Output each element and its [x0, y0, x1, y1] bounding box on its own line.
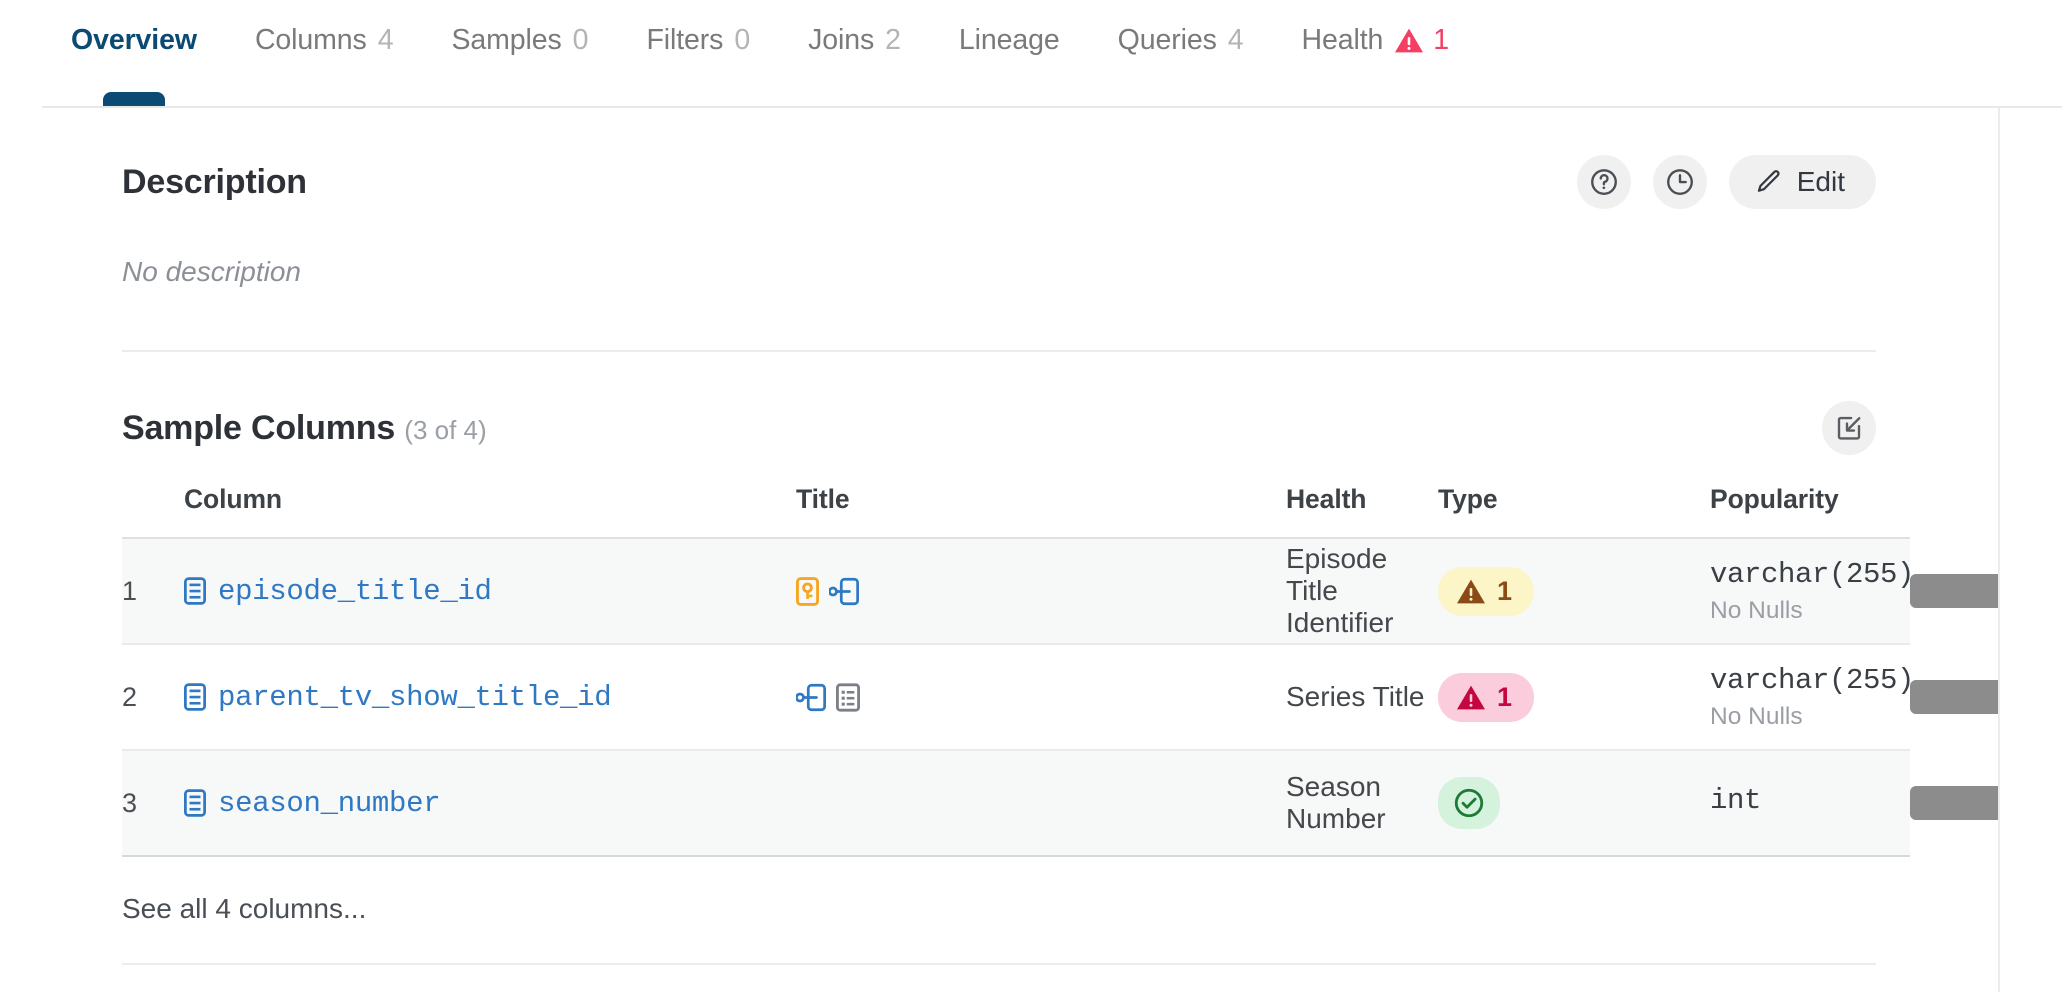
- popularity-bar: [1910, 680, 1998, 714]
- status-badge-count: 1: [1497, 575, 1513, 606]
- overview-panel: Description Edit No description Sample C…: [0, 108, 2000, 992]
- tab-bar: Overview Columns 4 Samples 0 Filters 0 J…: [0, 0, 2062, 108]
- tab-queries[interactable]: Queries 4: [1089, 0, 1273, 108]
- tab-columns-label: Columns: [254, 24, 367, 56]
- row-index: 1: [122, 575, 138, 606]
- tab-overview[interactable]: Overview: [42, 0, 226, 108]
- table-row[interactable]: 2 parent_tv_show_title_id Series Title 1…: [122, 644, 1998, 750]
- tab-health[interactable]: Health 1: [1273, 0, 1479, 108]
- col-header-index: [122, 484, 184, 538]
- foreign-key-icon: [796, 683, 826, 712]
- foreign-key-icon: [829, 577, 859, 606]
- tab-columns[interactable]: Columns 4: [226, 0, 423, 108]
- tab-samples[interactable]: Samples 0: [422, 0, 617, 108]
- table-header-row: Column Title Health Type Popularity: [122, 484, 1910, 538]
- row-index: 2: [122, 681, 138, 712]
- sample-columns-table: Column Title Health Type Popularity 1 ep…: [122, 484, 1998, 857]
- tab-queries-count: 4: [1227, 24, 1244, 56]
- column-title: Episode Title Identifier: [1286, 543, 1394, 638]
- description-icon: [836, 682, 860, 712]
- question-circle-icon: [1589, 167, 1619, 197]
- description-empty-text: No description: [122, 256, 301, 287]
- column-title: Series Title: [1286, 681, 1425, 712]
- description-section: Description Edit No description: [122, 108, 1876, 352]
- description-actions: Edit: [1576, 155, 1876, 209]
- column-type-note: No Nulls: [1710, 596, 1803, 624]
- status-badge-count: 1: [1497, 681, 1513, 712]
- column-name-link[interactable]: parent_tv_show_title_id: [218, 681, 612, 714]
- tab-health-label: Health: [1301, 24, 1384, 56]
- check-circle-icon: [1452, 786, 1486, 820]
- col-header-health: Health: [1286, 484, 1367, 514]
- table-row[interactable]: 1 episode_title_id Episode Title Identif…: [122, 538, 1998, 644]
- tab-samples-count: 0: [572, 24, 589, 56]
- help-button[interactable]: [1576, 155, 1631, 209]
- warning-triangle-icon: [1456, 578, 1486, 605]
- status-badge[interactable]: 1: [1438, 672, 1535, 722]
- description-heading: Description: [122, 162, 307, 201]
- row-index: 3: [122, 787, 138, 818]
- status-badge[interactable]: 1: [1438, 566, 1535, 616]
- col-header-popularity: Popularity: [1710, 484, 1839, 514]
- active-tab-indicator: [102, 92, 165, 108]
- clock-icon: [1665, 167, 1695, 197]
- col-header-type: Type: [1438, 484, 1498, 514]
- sample-columns-section: Sample Columns (3 of 4) Column Title Hea…: [122, 352, 1998, 965]
- primary-key-icon: [796, 576, 819, 606]
- tab-columns-count: 4: [377, 24, 394, 56]
- warning-triangle-icon: [1394, 27, 1424, 54]
- tab-joins-label: Joins: [808, 24, 875, 56]
- tab-overview-label: Overview: [71, 24, 197, 56]
- column-type: varchar(255): [1710, 663, 1915, 697]
- popularity-bar: [1910, 786, 1998, 820]
- tab-queries-label: Queries: [1117, 24, 1217, 56]
- edit-description-button[interactable]: Edit: [1728, 155, 1876, 209]
- open-in-panel-icon: [1834, 413, 1864, 443]
- tab-filters-count: 0: [734, 24, 751, 56]
- section-divider-bottom: [122, 963, 1876, 965]
- column-name-link[interactable]: season_number: [218, 787, 441, 820]
- column-icon: [184, 789, 206, 817]
- status-badge[interactable]: [1438, 777, 1500, 829]
- tab-lineage-label: Lineage: [958, 24, 1060, 56]
- tab-filters-label: Filters: [646, 24, 724, 56]
- col-header-column: Column: [184, 484, 283, 514]
- sample-columns-heading: Sample Columns (3 of 4): [122, 409, 487, 448]
- edit-description-label: Edit: [1796, 166, 1845, 197]
- tab-filters[interactable]: Filters 0: [617, 0, 779, 108]
- popularity-bar: [1910, 574, 1998, 608]
- tab-lineage[interactable]: Lineage: [930, 0, 1089, 108]
- tab-samples-label: Samples: [451, 24, 562, 56]
- see-all-columns-link[interactable]: See all 4 columns...: [122, 893, 1876, 925]
- expand-columns-button[interactable]: [1822, 401, 1876, 455]
- tab-health-count: 1: [1433, 24, 1450, 56]
- tab-joins[interactable]: Joins 2: [779, 0, 930, 108]
- column-type: int: [1710, 783, 1762, 817]
- column-name-link[interactable]: episode_title_id: [218, 575, 492, 608]
- tab-joins-count: 2: [885, 24, 901, 56]
- history-button[interactable]: [1652, 155, 1707, 209]
- column-type-note: No Nulls: [1710, 702, 1803, 730]
- column-icon: [184, 577, 206, 605]
- column-icon: [184, 683, 206, 711]
- pencil-icon: [1755, 168, 1783, 196]
- sample-columns-count: (3 of 4): [404, 414, 487, 445]
- sample-columns-heading-text: Sample Columns: [122, 408, 396, 447]
- column-type: varchar(255): [1710, 557, 1915, 591]
- table-row[interactable]: 3 season_number Season Number int: [122, 750, 1998, 856]
- warning-triangle-icon: [1456, 684, 1486, 711]
- column-title: Season Number: [1286, 771, 1386, 834]
- col-header-title: Title: [796, 484, 850, 514]
